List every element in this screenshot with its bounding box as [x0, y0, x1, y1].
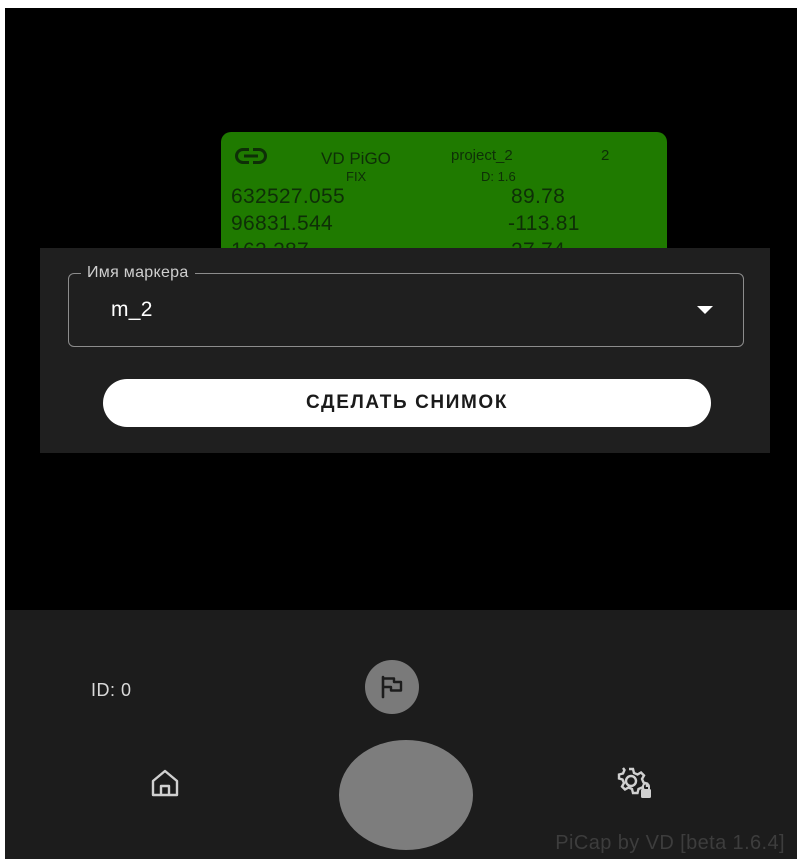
value-2: -113.81 — [508, 212, 580, 235]
dilution-value: D: 1.6 — [481, 169, 516, 184]
link-icon — [235, 148, 267, 164]
coord-x: 632527.055 — [231, 185, 345, 208]
fix-status: FIX — [346, 169, 367, 184]
marker-name-value: m_2 — [111, 298, 153, 321]
settings-gear-icon[interactable] — [617, 766, 653, 800]
flag-icon — [381, 675, 403, 699]
device-name: VD PiGO — [321, 149, 391, 168]
flag-button[interactable] — [365, 660, 419, 714]
shutter-button[interactable] — [339, 740, 473, 850]
app-screen: VD PiGO project_2 2 FIX D: 1.6 632527.05… — [5, 8, 797, 859]
home-icon[interactable] — [150, 768, 180, 798]
id-label: ID: 0 — [91, 680, 132, 700]
coord-y: 96831.544 — [231, 212, 333, 235]
value-1: 89.78 — [511, 185, 566, 208]
marker-name-dropdown[interactable]: Имя маркера m_2 — [68, 263, 744, 347]
satellite-count: 2 — [601, 147, 610, 164]
version-label: PiCap by VD [beta 1.6.4] — [555, 832, 785, 854]
camera-preview: VD PiGO project_2 2 FIX D: 1.6 632527.05… — [5, 8, 797, 610]
dropdown-arrow-icon[interactable] — [697, 306, 713, 314]
marker-name-label: Имя маркера — [81, 263, 195, 283]
marker-sheet: Имя маркера m_2 СДЕЛАТЬ СНИМОК — [40, 248, 770, 453]
bottom-control-bar: ID: 0 PiCap by VD [beta 1.6.4] — [5, 610, 797, 859]
project-name: project_2 — [451, 147, 513, 164]
take-snapshot-button[interactable]: СДЕЛАТЬ СНИМОК — [103, 379, 711, 427]
